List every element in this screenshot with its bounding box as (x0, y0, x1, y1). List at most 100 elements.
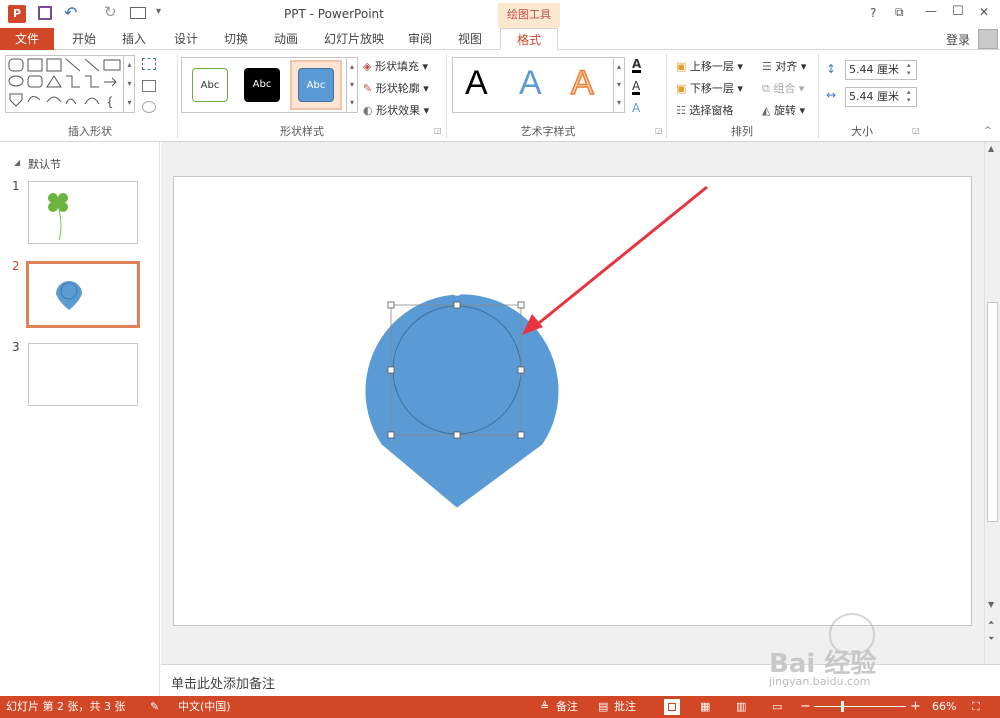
slideshow-icon[interactable]: ▭ (772, 696, 782, 718)
slide-sorter-icon[interactable]: ▦ (700, 696, 710, 718)
powerpoint-app-icon[interactable]: P (8, 5, 26, 23)
text-fill-icon[interactable]: A (632, 58, 642, 73)
paint-bucket-icon: ◈ (363, 60, 372, 73)
rotate-button[interactable]: ◭ 旋转 ▾ (762, 102, 805, 118)
collapse-ribbon-icon[interactable]: ^ (984, 126, 992, 136)
notes-button[interactable]: 备注 (556, 696, 578, 718)
shape-effects-button[interactable]: ◐ 形状效果 ▾ (363, 102, 429, 118)
effects-icon: ◐ (363, 104, 373, 117)
normal-view-icon[interactable] (664, 699, 680, 715)
minimize-button[interactable]: — (925, 4, 937, 18)
maximize-button[interactable]: ☐ (952, 4, 964, 19)
customize-qat-icon[interactable]: ▾ (156, 6, 161, 17)
wordart-blue[interactable]: A (519, 64, 542, 103)
separator (177, 54, 178, 138)
help-button[interactable]: ? (870, 6, 876, 20)
tab-insert[interactable]: 插入 (114, 28, 154, 50)
slide-canvas[interactable] (173, 176, 972, 626)
dialog-launcher-icon[interactable]: ◲ (912, 126, 920, 135)
notes-pane[interactable]: 单击此处添加备注 Bai 经验 jingyan.baidu.com (161, 613, 1000, 696)
zoom-slider-thumb[interactable] (841, 701, 844, 712)
comments-button[interactable]: 批注 (614, 696, 636, 718)
tab-file[interactable]: 文件 (0, 28, 54, 50)
tab-review[interactable]: 审阅 (400, 28, 440, 50)
edit-shape-icon[interactable] (142, 58, 156, 70)
group-icon: ⧉ (762, 82, 770, 95)
sign-in-link[interactable]: 登录 (946, 31, 970, 48)
width-spinner[interactable]: ▴ ▾ (907, 88, 911, 104)
scroll-up-icon[interactable]: ▲ (988, 144, 994, 153)
redo-icon[interactable]: ↻ (104, 3, 117, 21)
notes-placeholder[interactable]: 单击此处添加备注 (171, 673, 275, 692)
tab-slideshow[interactable]: 幻灯片放映 (318, 28, 390, 50)
notes-icon[interactable]: ≜ (540, 696, 549, 718)
undo-icon[interactable]: ↶ (64, 3, 77, 22)
spell-check-icon[interactable]: ✎ (150, 696, 159, 718)
slide-thumbnail-1[interactable] (28, 181, 138, 244)
red-arrow-annotation (533, 185, 708, 329)
shape-fill-button[interactable]: ◈ 形状填充 ▾ (363, 58, 428, 74)
bring-forward-button[interactable]: ▣ 上移一层 ▾ (676, 58, 743, 74)
avatar[interactable] (978, 29, 998, 49)
height-spinner[interactable]: ▴ ▾ (907, 61, 911, 77)
group-label-wordart-styles: 艺术字样式 (520, 125, 576, 138)
tab-transitions[interactable]: 切换 (216, 28, 256, 50)
shape-style-blue[interactable]: Abc (298, 68, 334, 102)
tab-format[interactable]: 格式 (500, 28, 558, 50)
align-button[interactable]: ☰ 对齐 ▾ (762, 58, 806, 74)
text-effects-icon[interactable]: A (632, 102, 640, 114)
zoom-in-button[interactable]: + (910, 696, 921, 718)
tab-view[interactable]: 视图 (450, 28, 490, 50)
shape-style-outline[interactable]: Abc (192, 68, 228, 102)
shapes-gallery-icons: { (8, 58, 121, 109)
slide-thumbnail-2-selected[interactable] (26, 261, 140, 328)
slide-number: 2 (12, 259, 20, 273)
wordart-scroll[interactable]: ▴ ▾ ▾ (613, 57, 625, 113)
wordart-black[interactable]: A (465, 64, 488, 103)
reading-view-icon[interactable]: ▥ (736, 696, 746, 718)
section-title[interactable]: 默认节 (28, 156, 61, 172)
zoom-level[interactable]: 66% (932, 696, 956, 718)
shape-outline-button[interactable]: ✎ 形状轮廓 ▾ (363, 80, 429, 96)
send-backward-label: 下移一层 (689, 82, 734, 95)
save-icon[interactable] (38, 6, 52, 20)
shapes-gallery-scroll[interactable]: ▴ ▾ ▾ (123, 55, 135, 113)
dialog-launcher-icon[interactable]: ◲ (655, 126, 663, 135)
contextual-tab-header: 绘图工具 (498, 3, 560, 28)
start-from-beginning-icon[interactable] (130, 7, 146, 19)
ribbon-tabs: 文件 开始 插入 设计 切换 动画 幻灯片放映 审阅 视图 格式 登录 (0, 28, 1000, 50)
text-box-icon[interactable] (142, 80, 156, 92)
wordart-orange[interactable]: A (570, 63, 594, 103)
wordart-gallery[interactable]: A A A (452, 57, 614, 113)
dialog-launcher-icon[interactable]: ◲ (434, 126, 442, 135)
next-slide-icon[interactable]: ⏷ (988, 634, 994, 644)
close-button[interactable]: ✕ (979, 5, 989, 19)
comments-icon[interactable]: ▤ (598, 696, 608, 718)
tab-animations[interactable]: 动画 (266, 28, 306, 50)
text-outline-icon[interactable]: A (632, 80, 641, 95)
language-indicator[interactable]: 中文(中国) (178, 696, 231, 718)
scroll-down-icon[interactable]: ▼ (988, 600, 994, 609)
shape-style-dark[interactable]: Abc (244, 68, 280, 102)
vertical-scrollbar[interactable]: ▲ ▼ ⏶ ⏷ (984, 142, 1000, 664)
selection-pane-button[interactable]: ☷ 选择窗格 (676, 102, 733, 118)
ribbon-display-options-button[interactable]: ⧉ (895, 5, 904, 20)
send-backward-button[interactable]: ▣ 下移一层 ▾ (676, 80, 743, 96)
slide-thumbnail-3[interactable] (28, 343, 138, 406)
merge-shapes-icon[interactable] (142, 101, 156, 113)
clover-icon (48, 193, 68, 241)
tab-home[interactable]: 开始 (62, 28, 106, 50)
previous-slide-icon[interactable]: ⏶ (988, 618, 994, 628)
zoom-slider-track[interactable] (814, 706, 906, 707)
zoom-out-button[interactable]: − (800, 696, 811, 718)
align-label: 对齐 (775, 60, 798, 73)
scroll-thumb[interactable] (987, 302, 998, 522)
shapes-gallery[interactable]: { (5, 55, 135, 113)
shape-styles-scroll[interactable]: ▴ ▾ ▾ (346, 57, 358, 113)
section-collapse-icon[interactable]: ◢ (14, 158, 20, 167)
fit-to-window-icon[interactable]: ⛶ (972, 696, 980, 718)
shape-styles-gallery[interactable]: Abc Abc Abc (181, 57, 347, 113)
group-label-insert-shapes: 插入形状 (68, 125, 112, 138)
tab-design[interactable]: 设计 (166, 28, 206, 50)
group-button[interactable]: ⧉ 组合 ▾ (762, 80, 804, 96)
